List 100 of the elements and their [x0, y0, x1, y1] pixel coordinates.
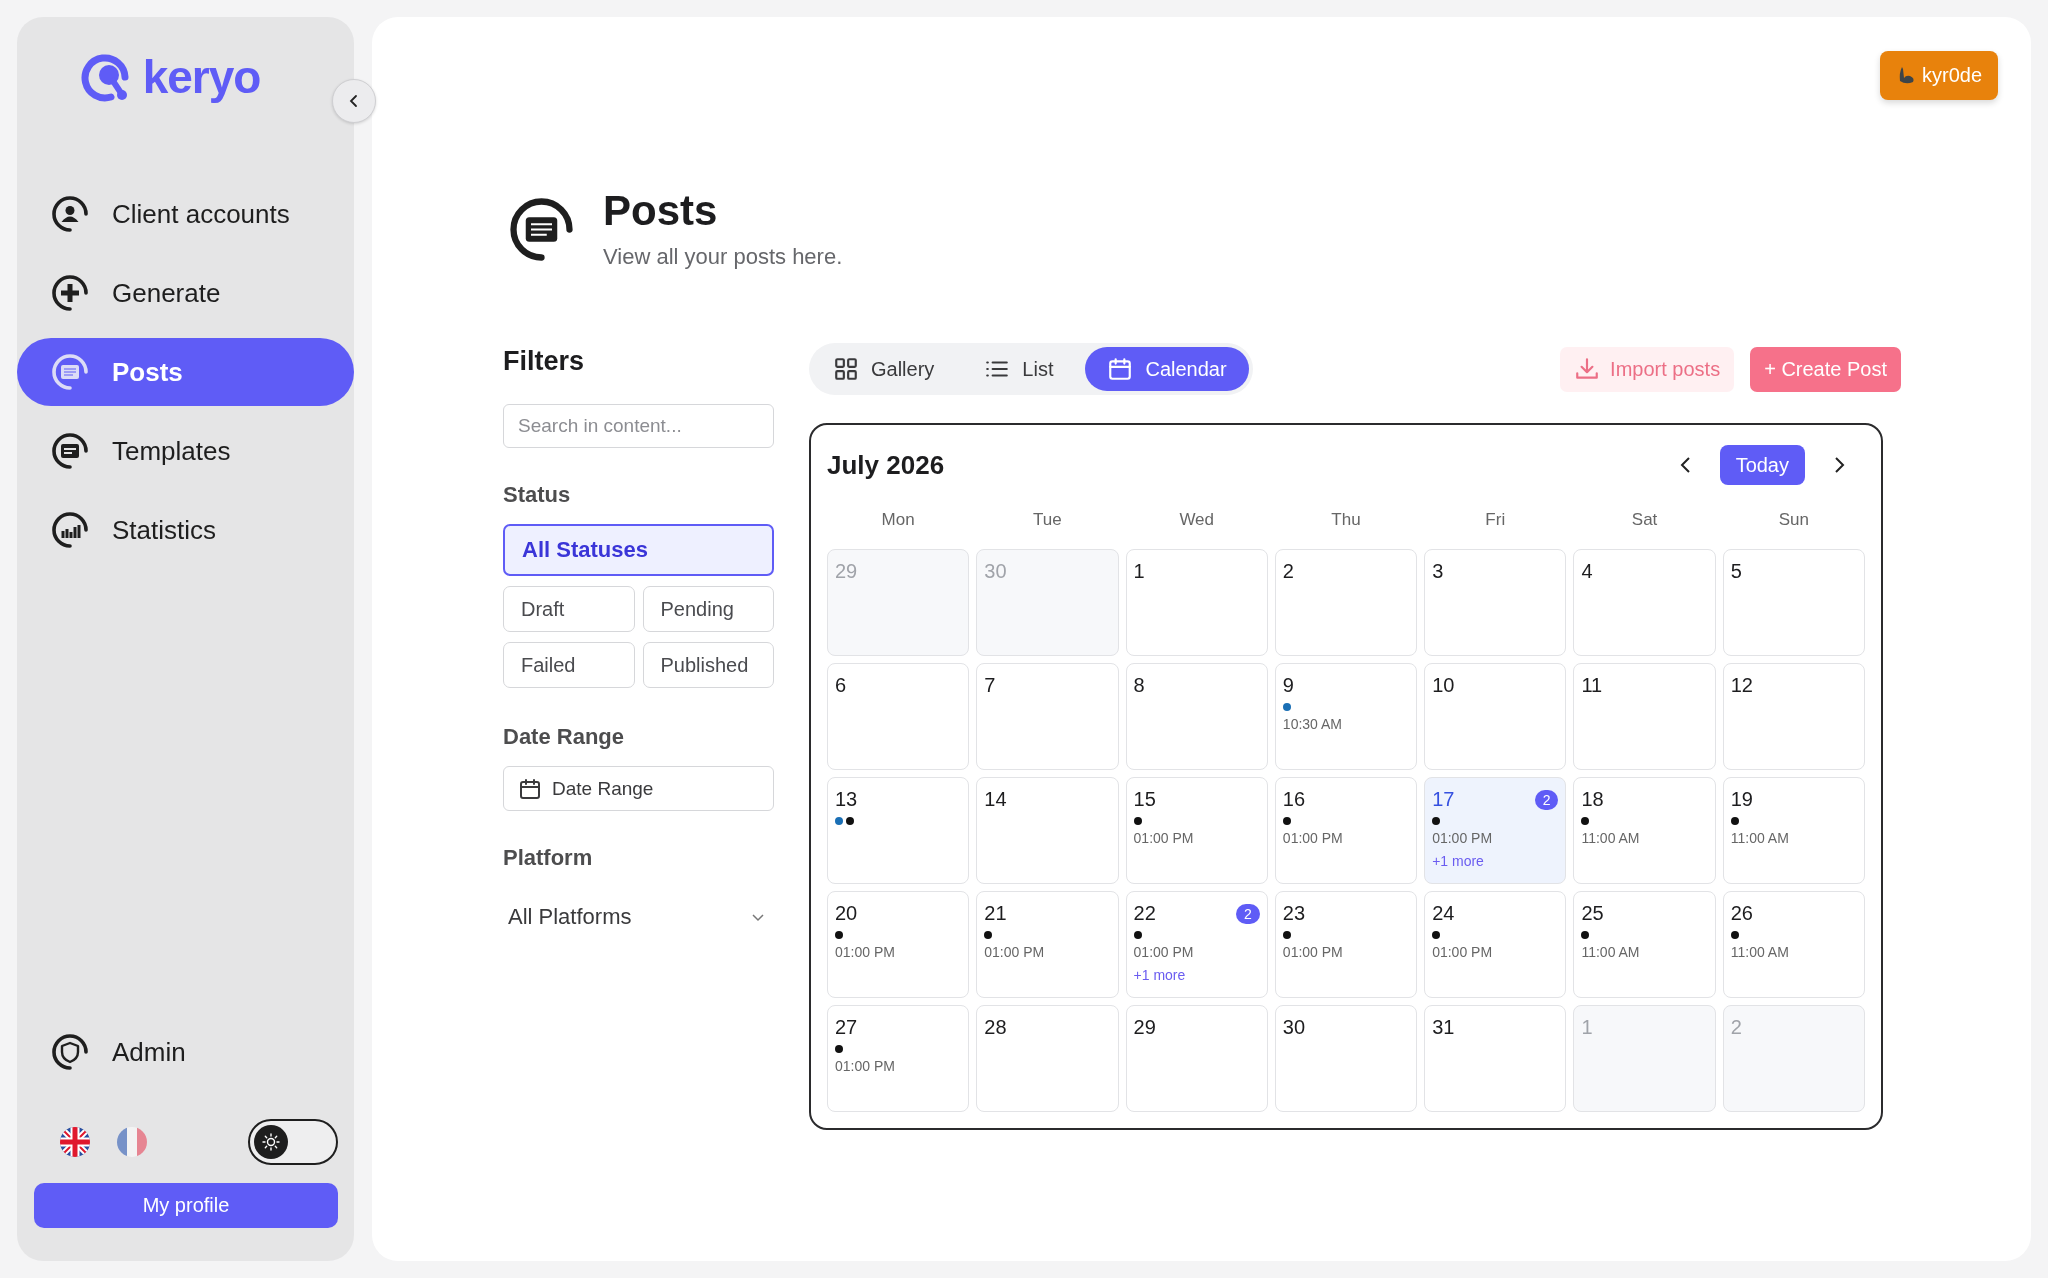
- view-tab[interactable]: Calendar: [1085, 347, 1249, 392]
- day-number: 17: [1432, 788, 1455, 812]
- day-cell[interactable]: 13: [827, 777, 970, 885]
- day-cell[interactable]: 29: [1125, 1005, 1268, 1113]
- status-filter-button[interactable]: Pending: [642, 586, 774, 633]
- platform-label: Platform: [503, 845, 594, 872]
- day-number: 21: [984, 902, 1007, 926]
- today-button[interactable]: Today: [1719, 445, 1805, 486]
- day-cell[interactable]: 18 11:00 AM: [1573, 777, 1716, 885]
- event-time: 01:00 PM: [1133, 830, 1194, 847]
- day-cell[interactable]: 14: [976, 777, 1119, 885]
- event-time: 01:00 PM: [984, 944, 1045, 961]
- france-flag-icon[interactable]: [117, 1127, 147, 1157]
- day-cell[interactable]: 3: [1424, 549, 1567, 657]
- more-link[interactable]: +1 more: [1432, 853, 1484, 870]
- day-number: 5: [1730, 560, 1742, 584]
- more-link[interactable]: +1 more: [1133, 967, 1186, 984]
- event-time: 01:00 PM: [1282, 830, 1343, 847]
- event-time: 11:00 AM: [1581, 830, 1640, 847]
- day-cell[interactable]: 25 11:00 AM: [1573, 891, 1716, 999]
- day-number: 18: [1581, 788, 1604, 812]
- event-time: 11:00 AM: [1730, 830, 1789, 847]
- nav-item[interactable]: Statistics: [17, 496, 354, 564]
- day-cell[interactable]: 20 01:00 PM: [827, 891, 970, 999]
- day-cell[interactable]: 6: [827, 663, 970, 771]
- status-label: Status: [503, 482, 572, 509]
- day-number: 10: [1432, 674, 1455, 698]
- day-cell[interactable]: 11: [1573, 663, 1716, 771]
- event-time: 10:30 AM: [1282, 716, 1342, 733]
- weekday-label: Thu: [1330, 510, 1362, 531]
- day-number: 15: [1133, 788, 1156, 812]
- grid-icon: [833, 356, 859, 383]
- page-subtitle: View all your posts here.: [603, 244, 843, 271]
- day-number: 29: [1133, 1016, 1156, 1040]
- day-number: 1: [1581, 1016, 1593, 1040]
- nav-item[interactable]: Client accounts: [17, 180, 354, 248]
- view-tab[interactable]: Gallery: [833, 347, 955, 392]
- day-cell[interactable]: 26 11:00 AM: [1722, 891, 1865, 999]
- day-cell[interactable]: 15 01:00 PM: [1125, 777, 1268, 885]
- event-time: 01:00 PM: [1282, 944, 1343, 961]
- nav-item[interactable]: Generate: [17, 259, 354, 327]
- event-time: 01:00 PM: [1432, 944, 1493, 961]
- day-cell[interactable]: 27 01:00 PM: [827, 1005, 970, 1113]
- day-number: 22: [1133, 902, 1156, 926]
- date-range-field[interactable]: Date Range: [503, 766, 774, 812]
- day-number: 9: [1282, 674, 1294, 698]
- nav-item[interactable]: Posts: [17, 338, 354, 406]
- calendar-icon: [518, 776, 542, 801]
- day-cell[interactable]: 2: [1274, 549, 1418, 657]
- status-filter-button[interactable]: Failed: [503, 642, 635, 689]
- nav-item[interactable]: Templates: [17, 417, 354, 485]
- day-number: 1: [1133, 560, 1145, 584]
- weekday-label: Wed: [1178, 510, 1216, 531]
- day-cell[interactable]: 17 2 01:00 PM +1 more: [1424, 777, 1567, 885]
- day-cell[interactable]: 24 01:00 PM: [1424, 891, 1567, 999]
- profile-button[interactable]: My profile: [34, 1183, 338, 1228]
- day-cell[interactable]: 5: [1722, 549, 1865, 657]
- day-cell[interactable]: 7: [976, 663, 1119, 771]
- day-cell[interactable]: 9 10:30 AM: [1274, 663, 1418, 771]
- event-time: 01:00 PM: [1432, 830, 1493, 847]
- day-number: 6: [835, 674, 847, 698]
- day-number: 11: [1581, 674, 1603, 698]
- event-count-badge: 2: [1236, 903, 1260, 924]
- day-number: 14: [984, 788, 1007, 812]
- calendar-icon: [1107, 356, 1134, 383]
- status-filter-button[interactable]: Published: [642, 642, 774, 689]
- weekday-label: Mon: [880, 510, 916, 531]
- weekday-label: Sat: [1630, 510, 1659, 531]
- day-number: 30: [984, 560, 1007, 584]
- day-cell[interactable]: 4: [1573, 549, 1716, 657]
- day-cell[interactable]: 22 2 01:00 PM +1 more: [1125, 891, 1268, 999]
- status-filter-button[interactable]: All Statuses: [503, 524, 774, 577]
- filters-title: Filters: [503, 346, 586, 378]
- theme-toggle[interactable]: [248, 1119, 338, 1165]
- day-cell[interactable]: 19 11:00 AM: [1722, 777, 1865, 885]
- nav-item[interactable]: Admin: [17, 1018, 354, 1086]
- day-cell[interactable]: 23 01:00 PM: [1274, 891, 1418, 999]
- day-number: 13: [835, 788, 858, 812]
- status-filter-button[interactable]: Draft: [503, 586, 635, 633]
- search-field[interactable]: Search in content...: [503, 404, 774, 449]
- day-cell[interactable]: 1: [1125, 549, 1268, 657]
- month-title: July 2026: [827, 449, 946, 481]
- day-cell[interactable]: 30: [1274, 1005, 1418, 1113]
- day-number: 7: [984, 674, 996, 698]
- uk-flag-icon[interactable]: [60, 1127, 90, 1157]
- day-cell[interactable]: 28: [976, 1005, 1119, 1113]
- day-number: 3: [1432, 560, 1444, 584]
- day-cell[interactable]: 12: [1722, 663, 1865, 771]
- platform-dropdown[interactable]: All Platforms: [503, 897, 774, 938]
- day-cell[interactable]: 16 01:00 PM: [1274, 777, 1418, 885]
- day-cell[interactable]: 31: [1424, 1005, 1567, 1113]
- event-time: 11:00 AM: [1581, 944, 1640, 961]
- event-time: 01:00 PM: [835, 944, 895, 961]
- day-number: 24: [1432, 902, 1455, 926]
- day-number: 19: [1730, 788, 1753, 812]
- day-cell[interactable]: 8: [1125, 663, 1268, 771]
- day-cell[interactable]: 10: [1424, 663, 1567, 771]
- view-tab[interactable]: List: [984, 347, 1074, 392]
- event-time: 11:00 AM: [1730, 944, 1789, 961]
- day-cell[interactable]: 21 01:00 PM: [976, 891, 1119, 999]
